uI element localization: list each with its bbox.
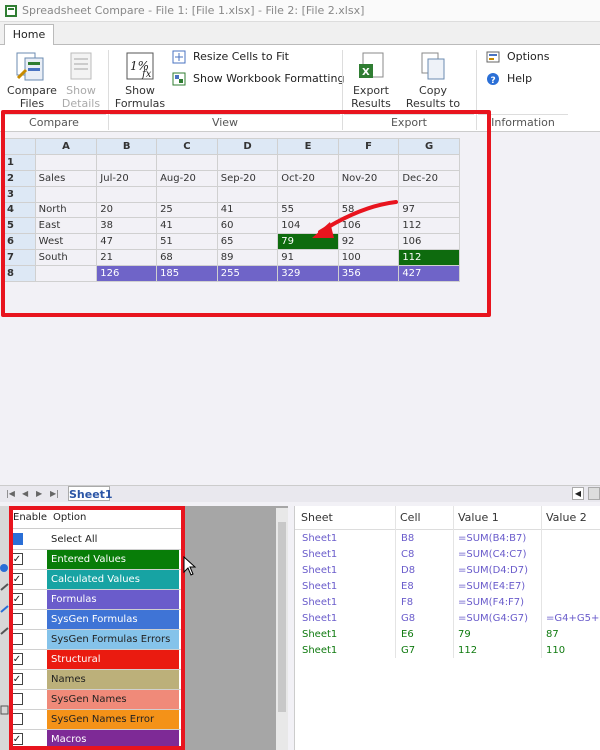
results-header-value1[interactable]: Value 1 [458,511,499,524]
window-title: Spreadsheet Compare - File 1: [File 1.xl… [22,4,365,17]
resize-cells-icon [172,50,186,64]
result-cell-cell[interactable]: B8 [401,533,451,544]
svg-text:X: X [362,67,370,78]
result-cell-cell[interactable]: G8 [401,613,451,624]
horizontal-scrollbar[interactable] [588,487,600,500]
result-cell-v1[interactable]: =SUM(C4:C7) [458,549,540,560]
result-cell-cell[interactable]: D8 [401,565,451,576]
svg-text:?: ? [491,76,496,86]
result-cell-sheet[interactable]: Sheet1 [302,645,392,656]
last-sheet-icon[interactable]: ▶| [50,489,59,498]
annotation-box-options [9,506,185,750]
result-cell-v1[interactable]: 79 [458,629,540,640]
result-cell-sheet[interactable]: Sheet1 [302,629,392,640]
result-cell-v1[interactable]: 112 [458,645,540,656]
result-cell-sheet[interactable]: Sheet1 [302,581,392,592]
result-cell-cell[interactable]: C8 [401,549,451,560]
help-icon: ? [487,73,499,86]
tab-home[interactable]: Home [4,24,54,45]
show-details-icon [70,52,92,80]
options-button[interactable]: Options [507,50,549,63]
options-scrollbar-thumb[interactable] [278,522,286,712]
next-sheet-icon[interactable]: ▶ [36,489,42,498]
mouse-cursor-icon [183,556,197,576]
result-cell-cell[interactable]: G7 [401,645,451,656]
results-col-divider [453,506,454,658]
show-formulas-icon: 1% fx [126,52,154,80]
show-formulas-button[interactable]: Show Formulas [114,84,166,110]
annotation-arrow-grid [312,200,398,238]
ribbon-tab-strip [0,22,600,44]
results-header-cell[interactable]: Cell [400,511,421,524]
result-cell-cell[interactable]: E8 [401,581,451,592]
result-cell-v1[interactable]: =SUM(G4:G7) [458,613,540,624]
sheet-tab-sheet1[interactable]: Sheet1 [68,486,113,501]
results-header-sheet[interactable]: Sheet [301,511,333,524]
result-cell-cell[interactable]: E6 [401,629,451,640]
workbook-formatting-icon [172,72,186,86]
option-detail-panel [185,506,288,750]
result-cell-v2[interactable]: 110 [546,645,600,656]
svg-text:fx: fx [141,69,152,80]
result-cell-sheet[interactable]: Sheet1 [302,565,392,576]
results-header-divider [295,529,600,530]
result-cell-v1[interactable]: =SUM(F4:F7) [458,597,540,608]
results-header-value2[interactable]: Value 2 [546,511,587,524]
result-cell-v1[interactable]: =SUM(B4:B7) [458,533,540,544]
copy-results-button[interactable]: Copy Results to Clipboard [398,84,468,110]
results-col-divider [395,506,396,658]
show-details-button[interactable]: Show Details [60,84,102,110]
result-cell-cell[interactable]: F8 [401,597,451,608]
app-icon [5,5,17,17]
compare-files-button[interactable]: Compare Files [2,84,62,110]
export-results-icon: X [359,52,384,78]
first-sheet-icon[interactable]: |◀ [6,489,15,498]
result-cell-v2[interactable]: 87 [546,629,600,640]
result-cell-sheet[interactable]: Sheet1 [302,597,392,608]
result-cell-v2[interactable]: =G4+G5+G6 [546,613,600,624]
compare-files-icon [16,52,44,81]
result-cell-sheet[interactable]: Sheet1 [302,613,392,624]
prev-sheet-icon[interactable]: ◀ [22,489,28,498]
options-icon [486,51,500,63]
result-cell-v1[interactable]: =SUM(E4:E7) [458,581,540,592]
result-cell-sheet[interactable]: Sheet1 [302,533,392,544]
copy-results-icon [421,52,445,80]
result-cell-v1[interactable]: =SUM(D4:D7) [458,565,540,576]
group-label-information: Information [478,114,568,130]
help-button[interactable]: Help [507,72,532,85]
annotation-box-grid [1,110,491,317]
export-results-button[interactable]: Export Results [348,84,394,110]
scroll-left-icon[interactable]: ◀ [572,487,584,500]
result-cell-sheet[interactable]: Sheet1 [302,549,392,560]
resize-cells-button[interactable]: Resize Cells to Fit [193,50,289,63]
show-workbook-formatting-button[interactable]: Show Workbook Formatting [193,72,344,85]
results-col-divider [541,506,542,658]
